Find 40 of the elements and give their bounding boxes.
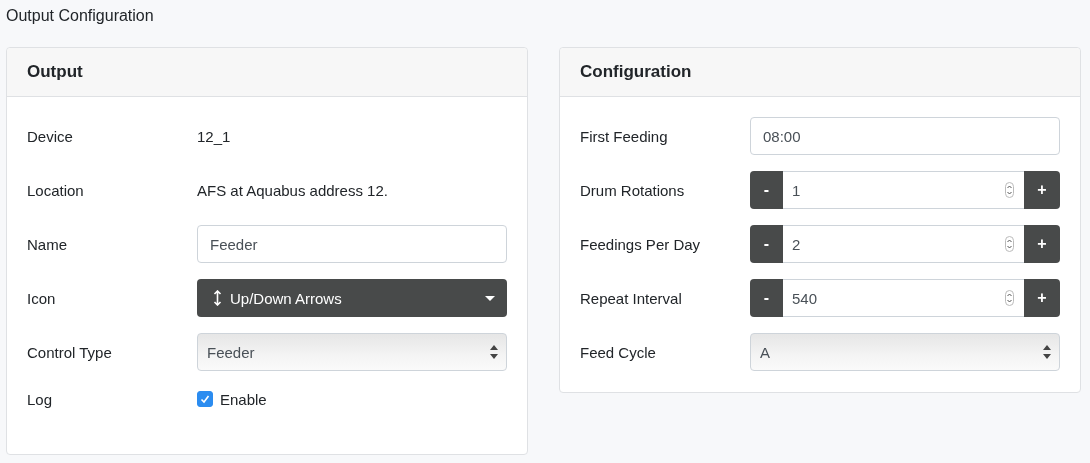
sort-arrows-icon [1043,345,1051,359]
field-value: AFS at Aquabus address 12. [197,181,388,199]
checkbox[interactable] [197,391,213,407]
spinner-icon[interactable] [1005,290,1014,306]
select-field[interactable]: Feeder [197,333,507,371]
field-label: First Feeding [580,127,669,145]
field-label: Feed Cycle [580,343,657,361]
field-label: Control Type [27,343,113,361]
sort-arrows-icon [490,345,498,359]
spinner-icon[interactable] [1005,236,1014,252]
number-input[interactable]: 2 [783,225,1024,263]
checkbox-label[interactable]: Enable [220,390,267,408]
caret-icon [485,295,495,301]
field-label: Icon [27,289,57,307]
spinner-icon[interactable] [1005,182,1014,198]
increment-button[interactable]: + [1024,171,1060,209]
field-value: 12_1 [197,127,231,145]
decrement-button[interactable]: - [750,279,783,317]
field-label: Feedings Per Day [580,235,702,253]
panel-title: Output [27,62,83,82]
checkmark-icon [200,394,210,404]
input-field[interactable]: Feeder [197,225,507,263]
decrement-button[interactable]: - [750,225,783,263]
field-label: Repeat Interval [580,289,683,307]
field-label: Location [27,181,85,199]
panel-title: Configuration [580,62,692,82]
field-label: Name [27,235,68,253]
decrement-button[interactable]: - [750,171,783,209]
increment-button[interactable]: + [1024,225,1060,263]
field-label: Device [27,127,74,145]
increment-button[interactable]: + [1024,279,1060,317]
input-field[interactable]: 08:00 [750,117,1060,155]
number-input[interactable]: 1 [783,171,1024,209]
page-title: Output Configuration [6,6,154,26]
field-label: Log [27,390,54,408]
vertical-arrow-icon [213,290,222,306]
icon-dropdown[interactable]: Up/Down Arrows [197,279,507,317]
number-input[interactable]: 540 [783,279,1024,317]
select-field[interactable]: A [750,333,1060,371]
field-label: Drum Rotations [580,181,686,199]
